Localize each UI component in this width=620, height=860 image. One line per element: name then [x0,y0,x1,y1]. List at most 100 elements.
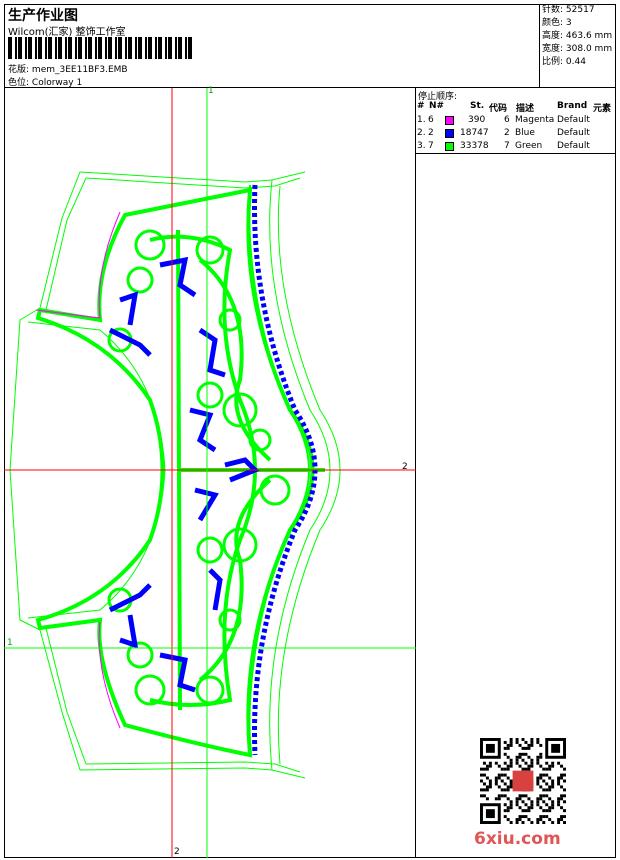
qr-module [542,773,546,777]
qr-module [539,806,543,810]
qr-module [503,761,507,765]
qr-module [539,743,543,747]
qr-module [527,818,531,822]
qr-module [482,794,486,798]
qr-module [485,797,489,801]
qr-module [539,815,543,819]
qr-module [557,776,561,780]
qr-module [480,779,483,783]
qr-module [515,755,519,759]
qr-module [560,806,564,810]
qr-module [509,779,513,783]
qr-module [506,743,510,747]
qr-module [521,815,525,819]
qr-module [536,797,540,801]
qr-module [539,752,543,756]
qr-module [557,803,561,807]
qr-module [506,818,510,822]
qr-module [524,809,528,813]
qr-module [488,779,492,783]
qr-module [524,794,528,798]
qr-module [497,794,501,798]
qr-module [515,740,519,744]
qr-module [503,794,507,798]
qr-module [488,761,492,765]
qr-module [518,743,522,747]
qr-module [548,797,552,801]
qr-module [536,740,540,744]
qr-module [494,779,498,783]
qr-module [560,815,564,819]
qr-module [545,794,549,798]
qr-module [485,788,489,792]
qr-module [536,821,540,824]
qr-module [530,803,534,807]
qr-module [536,755,540,759]
qr-module [518,755,522,759]
qr-module [539,785,543,789]
qr-module [551,785,555,789]
qr-module [530,821,534,824]
qr-module [521,800,525,804]
qr-module [500,773,504,777]
qr-module [557,818,561,822]
qr-module [521,738,525,741]
qr-module [545,761,549,765]
qr-module [509,740,513,744]
qr-module [521,746,525,750]
qr-module [515,821,519,824]
qr-module [545,809,549,813]
qr-module [509,764,513,768]
qr-module [518,794,522,798]
qr-module [542,800,546,804]
qr-module [545,803,549,807]
qr-module [482,788,486,792]
qr-module [509,785,513,789]
qr-module [545,815,549,819]
qr-module [497,797,501,801]
qr-module [503,803,507,807]
qr-module [539,776,543,780]
qr-module [506,797,510,801]
qr-module [530,764,534,768]
qr-module [536,761,540,765]
qr-module [542,815,546,819]
qr-module [548,806,552,810]
qr-module [518,815,522,819]
qr-module [503,746,507,750]
qr-module [527,764,531,768]
qr-module [500,767,504,771]
qr-module [530,758,534,762]
qr-module [557,821,561,824]
qr-module [488,782,492,786]
qr-module [539,773,543,777]
qr-module [509,761,513,765]
qr-module [563,779,566,783]
qr-module [563,794,566,798]
qr-finder [485,743,495,753]
qr-module [524,767,528,771]
qr-module [506,776,510,780]
guide-marker-h1: 1 [7,638,13,648]
qr-module [557,761,561,765]
qr-module [506,764,510,768]
qr-module [518,806,522,810]
qr-module [494,782,498,786]
qr-module [515,761,519,765]
guide-marker-v1: 1 [208,86,214,96]
qr-module [521,752,525,756]
qr-module [551,761,555,765]
qr-module [503,752,507,756]
qr-module [560,764,564,768]
qr-module [488,785,492,789]
qr-module [503,782,507,786]
qr-module [515,797,519,801]
qr-module [563,767,566,771]
qr-module [536,758,540,762]
guide-marker-v2: 2 [174,847,180,857]
qr-module [536,776,540,780]
qr-module [560,773,564,777]
qr-module [542,779,546,783]
qr-module [530,761,534,765]
qr-module [542,794,546,798]
